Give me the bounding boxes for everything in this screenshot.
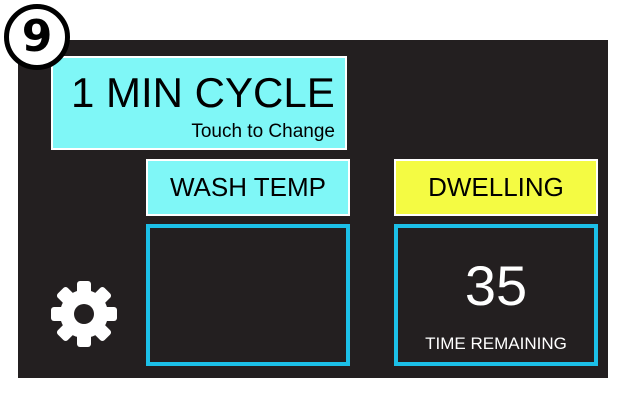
time-remaining-caption: TIME REMAINING: [425, 334, 567, 353]
wash-temp-display: [146, 224, 350, 366]
cycle-change-hint: Touch to Change: [191, 121, 335, 142]
gear-icon: [51, 281, 117, 347]
step-number-badge: 9: [4, 4, 70, 70]
status-label-dwelling: DWELLING: [394, 159, 598, 216]
page: 9 1 MIN CYCLE Touch to Change WASH TEMP …: [0, 0, 626, 394]
cycle-title: 1 MIN CYCLE: [71, 69, 335, 116]
wash-temp-label: WASH TEMP: [146, 159, 350, 216]
cycle-select-button[interactable]: 1 MIN CYCLE Touch to Change: [51, 56, 347, 150]
settings-button[interactable]: [44, 274, 124, 354]
time-remaining-display: 35 TIME REMAINING: [394, 224, 598, 366]
time-remaining-value: 35: [464, 254, 528, 317]
